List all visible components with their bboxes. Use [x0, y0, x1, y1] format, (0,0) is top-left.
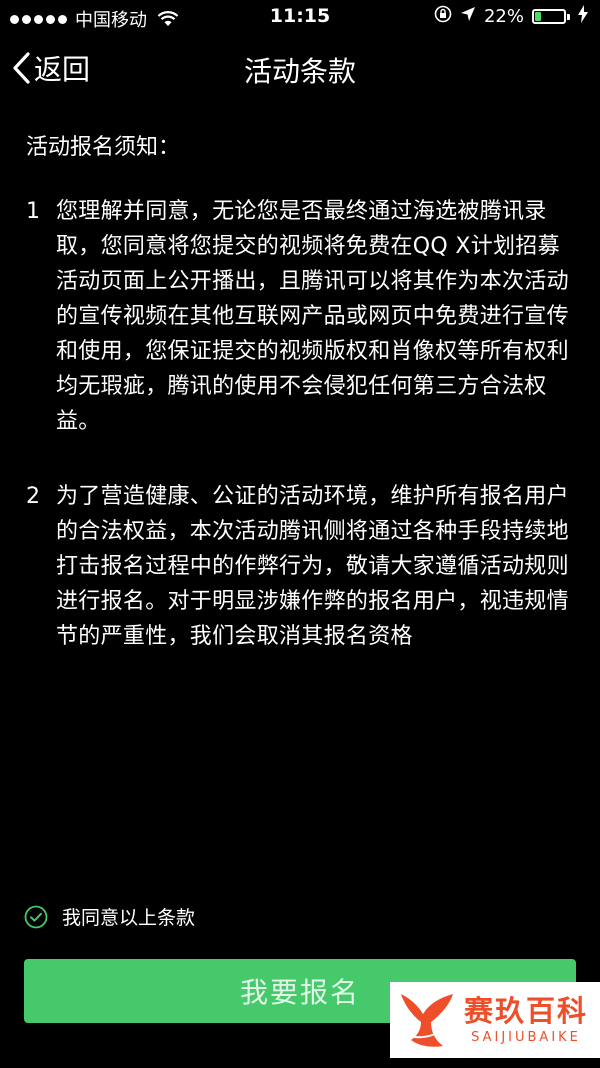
- watermark-text: 赛玖百科 SAIJIUBAIKE: [464, 993, 588, 1047]
- whale-tail-logo-icon: [390, 982, 464, 1058]
- term-item-1: 1 您理解并同意，无论您是否最终通过海选被腾讯录取，您同意将您提交的视频将免费在…: [26, 194, 576, 439]
- watermark-cn: 赛玖百科: [464, 994, 589, 1028]
- battery-icon: [532, 9, 570, 24]
- charging-icon: [578, 5, 588, 28]
- term-text: 为了营造健康、公证的活动环境，维护所有报名用户的合法权益，本次活动腾讯侧将通过各…: [56, 484, 569, 649]
- watermark: 赛玖百科 SAIJIUBAIKE: [390, 982, 600, 1058]
- term-number: 2: [26, 484, 40, 509]
- term-number: 1: [26, 199, 40, 224]
- term-text: 您理解并同意，无论您是否最终通过海选被腾讯录取，您同意将您提交的视频将免费在QQ…: [56, 199, 569, 434]
- screen: 中国移动 11:15 22% 返回 活动条款 活动报名须知： 1 您理解并同意，…: [0, 0, 600, 1068]
- page-title: 活动条款: [243, 55, 356, 88]
- term-item-2: 2 为了营造健康、公证的活动环境，维护所有报名用户的合法权益，本次活动腾讯侧将通…: [26, 479, 576, 654]
- navigation-bar: 返回 活动条款: [0, 34, 600, 102]
- check-circle-icon: [24, 905, 48, 929]
- status-bar: 中国移动 11:15 22%: [0, 0, 600, 34]
- agree-checkbox[interactable]: 我同意以上条款: [24, 903, 195, 930]
- battery-fill: [535, 12, 542, 21]
- watermark-en: SAIJIUBAIKE: [471, 1030, 581, 1045]
- status-right: 22%: [434, 5, 588, 28]
- agree-label: 我同意以上条款: [62, 907, 196, 929]
- notice-heading: 活动报名须知：: [26, 135, 181, 160]
- terms-content: 活动报名须知： 1 您理解并同意，无论您是否最终通过海选被腾讯录取，您同意将您提…: [26, 130, 576, 694]
- location-arrow-icon: [460, 6, 476, 27]
- battery-percent: 22%: [483, 6, 524, 27]
- rotation-lock-icon: [434, 5, 452, 28]
